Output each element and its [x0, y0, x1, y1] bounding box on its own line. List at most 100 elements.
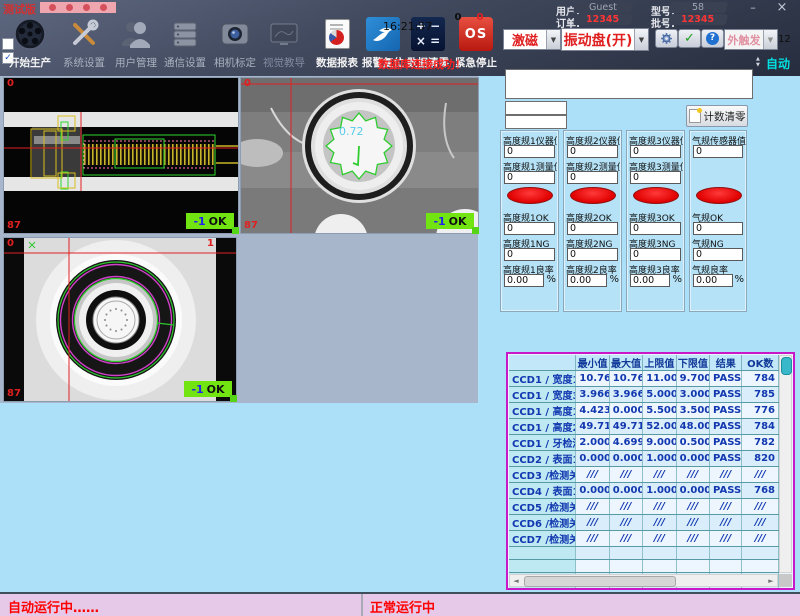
- trigger-count: 12: [778, 34, 791, 45]
- toolbar-button-camera-calibration[interactable]: 相机标定: [212, 16, 258, 74]
- gauge-value: 0: [630, 248, 681, 261]
- camera-view-3: 0 1 87 -1OK: [3, 237, 237, 402]
- table-row[interactable]: CCD6 /检测关闭//////////////////: [509, 515, 779, 531]
- small-input-2[interactable]: [505, 115, 567, 129]
- gauge-value: 0.00: [567, 274, 607, 287]
- model-field[interactable]: 58: [668, 2, 728, 13]
- order-field[interactable]: 12345: [573, 14, 633, 25]
- camera3-image: [4, 238, 236, 401]
- chevron-down-icon: ▼: [763, 30, 777, 49]
- table-row[interactable]: CCD1 / 宽度33.9663.9665.0003.000PASS785: [509, 387, 779, 403]
- toolbar-button-system-settings[interactable]: 系统设置: [61, 16, 107, 74]
- gauge-value: 0: [630, 171, 681, 184]
- toolbar-button-start-production[interactable]: 开始生产: [7, 16, 53, 74]
- gauge-value: 0: [567, 222, 618, 235]
- gauge-value: 0: [693, 248, 743, 261]
- table-row-empty: [509, 560, 779, 573]
- trigger-combo[interactable]: 外触发 ▼: [724, 29, 778, 50]
- cam2-measure-value: 0.72: [339, 125, 364, 138]
- resize-grip: [232, 227, 239, 234]
- camera-view-1: 0 87 -1OK: [3, 77, 239, 234]
- gauge-value: 0.00: [630, 274, 670, 287]
- close-button[interactable]: ×: [770, 1, 794, 14]
- status-lamp-red: [507, 187, 553, 204]
- cam3-count: 87: [7, 388, 21, 399]
- results-table-panel: 最小值 最大值 上限值 下限值 结果 OK数 CCD1 / 宽度110.7601…: [506, 352, 795, 590]
- status-bar: 自动运行中…… 正常运行中: [0, 592, 800, 616]
- toolbar-label: 数据报表: [314, 55, 360, 70]
- help-button[interactable]: ?: [701, 29, 724, 48]
- table-row[interactable]: CCD7 /检测关闭//////////////////: [509, 531, 779, 547]
- clock: 16:21:57: [383, 20, 432, 33]
- vertical-scrollbar[interactable]: [779, 355, 792, 573]
- camera-view-2: 0.72 0 87 -1OK: [240, 77, 479, 234]
- auto-spinner[interactable]: ▲▼: [756, 56, 760, 68]
- toolbar-button-user-management[interactable]: 用户管理: [113, 16, 159, 74]
- cam2-result-badge: -1OK: [426, 213, 474, 229]
- toolbar-button-vision-teaching[interactable]: 视觉教导: [261, 16, 307, 74]
- settings-gear-button[interactable]: [655, 29, 678, 48]
- percent-label: %: [734, 274, 744, 285]
- check-icon: ✓: [684, 31, 695, 46]
- scrollbar-thumb[interactable]: [781, 357, 792, 375]
- toolbar-label: 开始生产: [7, 55, 53, 70]
- toolbar-label: 通信设置: [162, 55, 208, 70]
- scrollbar-thumb[interactable]: [524, 576, 676, 587]
- table-row[interactable]: CCD1 / 宽度110.76010.76011.0009.700PASS784: [509, 371, 779, 387]
- title-redacted-badge: [40, 2, 116, 13]
- count-clear-button[interactable]: 计数清零: [686, 105, 748, 127]
- user-field[interactable]: Guest: [573, 2, 633, 13]
- auto-mode-label: 自动: [766, 55, 790, 72]
- cam3-index-right: 1: [207, 238, 214, 249]
- toolbar-label: 用户管理: [113, 55, 159, 70]
- confirm-check-button[interactable]: ✓: [678, 29, 701, 48]
- header-cell: 上限值: [643, 355, 676, 371]
- horizontal-scrollbar[interactable]: ◄ ►: [509, 574, 778, 587]
- resize-grip: [472, 227, 479, 234]
- header-cell: OK数: [742, 355, 779, 371]
- table-row[interactable]: CCD4 / 表面10.0000.0001.0000.000PASS768: [509, 483, 779, 499]
- db-status-message: 数据库连接成功！: [378, 56, 466, 72]
- gauge-panel-air: 气规传感器值 0 气规OK 0 气规NG 0 气规良率 0.00 %: [689, 130, 747, 312]
- results-table: 最小值 最大值 上限值 下限值 结果 OK数 CCD1 / 宽度110.7601…: [509, 355, 779, 590]
- cam1-count: 87: [7, 220, 21, 231]
- cam1-index: 0: [7, 78, 14, 89]
- vibration-combo[interactable]: 振动盘(开) ▼: [561, 28, 649, 51]
- gauge-value: 0: [567, 248, 618, 261]
- toolbar-button-data-report[interactable]: 数据报表: [314, 16, 360, 74]
- gauge-value: 0: [693, 222, 743, 235]
- small-input-1[interactable]: [505, 101, 567, 115]
- count-clear-label: 计数清零: [704, 109, 746, 124]
- table-row[interactable]: CCD5 /检测关闭//////////////////: [509, 499, 779, 515]
- table-row[interactable]: CCD1 / 牙检测12.0004.6999.0000.500PASS782: [509, 435, 779, 451]
- table-row[interactable]: CCD1 / 高度14.4230.0005.5003.500PASS776: [509, 403, 779, 419]
- gauge-value: 0.00: [693, 274, 733, 287]
- table-row[interactable]: CCD3 /检测关闭//////////////////: [509, 467, 779, 483]
- users-icon: [113, 16, 159, 52]
- table-row[interactable]: CCD1 / 高度249.71349.71352.00048.000PASS78…: [509, 419, 779, 435]
- excite-combo[interactable]: 激磁 ▼: [503, 29, 561, 50]
- barcode-input[interactable]: [505, 69, 753, 99]
- camera-panel: 0 87 -1OK: [0, 76, 478, 403]
- gauge-panel-3: 高度规3仪器值 0 高度规3测量值 0 高度规3OK 0 高度规3NG 0 高度…: [626, 130, 685, 312]
- scroll-right-icon[interactable]: ►: [765, 577, 777, 585]
- production-reel-icon: [7, 16, 53, 52]
- table-row[interactable]: CCD2 / 表面10.0000.0001.0000.000PASS820: [509, 451, 779, 467]
- toolbar-button-comm-settings[interactable]: 通信设置: [162, 16, 208, 74]
- gauge-panel-1: 高度规1仪器值 0 高度规1测量值 0 高度规1OK 0 高度规1NG 0 高度…: [500, 130, 559, 312]
- chevron-down-icon[interactable]: ▼: [634, 29, 648, 50]
- chevron-down-icon[interactable]: ▼: [546, 30, 560, 49]
- app-window: 测试版 – × ✓ 开始生产 系统设置 用户管理: [0, 0, 800, 616]
- scroll-left-icon[interactable]: ◄: [510, 577, 522, 585]
- batch-field[interactable]: 12345: [668, 14, 728, 25]
- gauge-value: 0: [567, 145, 618, 158]
- tools-icon: [61, 16, 107, 52]
- scrollbar-corner: [779, 574, 792, 587]
- trigger-combo-value: 外触发: [725, 30, 763, 49]
- gauge-value: 0.00: [504, 274, 544, 287]
- minimize-button[interactable]: –: [741, 1, 765, 14]
- header-cell: 下限值: [676, 355, 709, 371]
- report-pie-icon: [314, 16, 360, 52]
- toolbar-label: 相机标定: [212, 55, 258, 70]
- header-cell: 结果: [710, 355, 742, 371]
